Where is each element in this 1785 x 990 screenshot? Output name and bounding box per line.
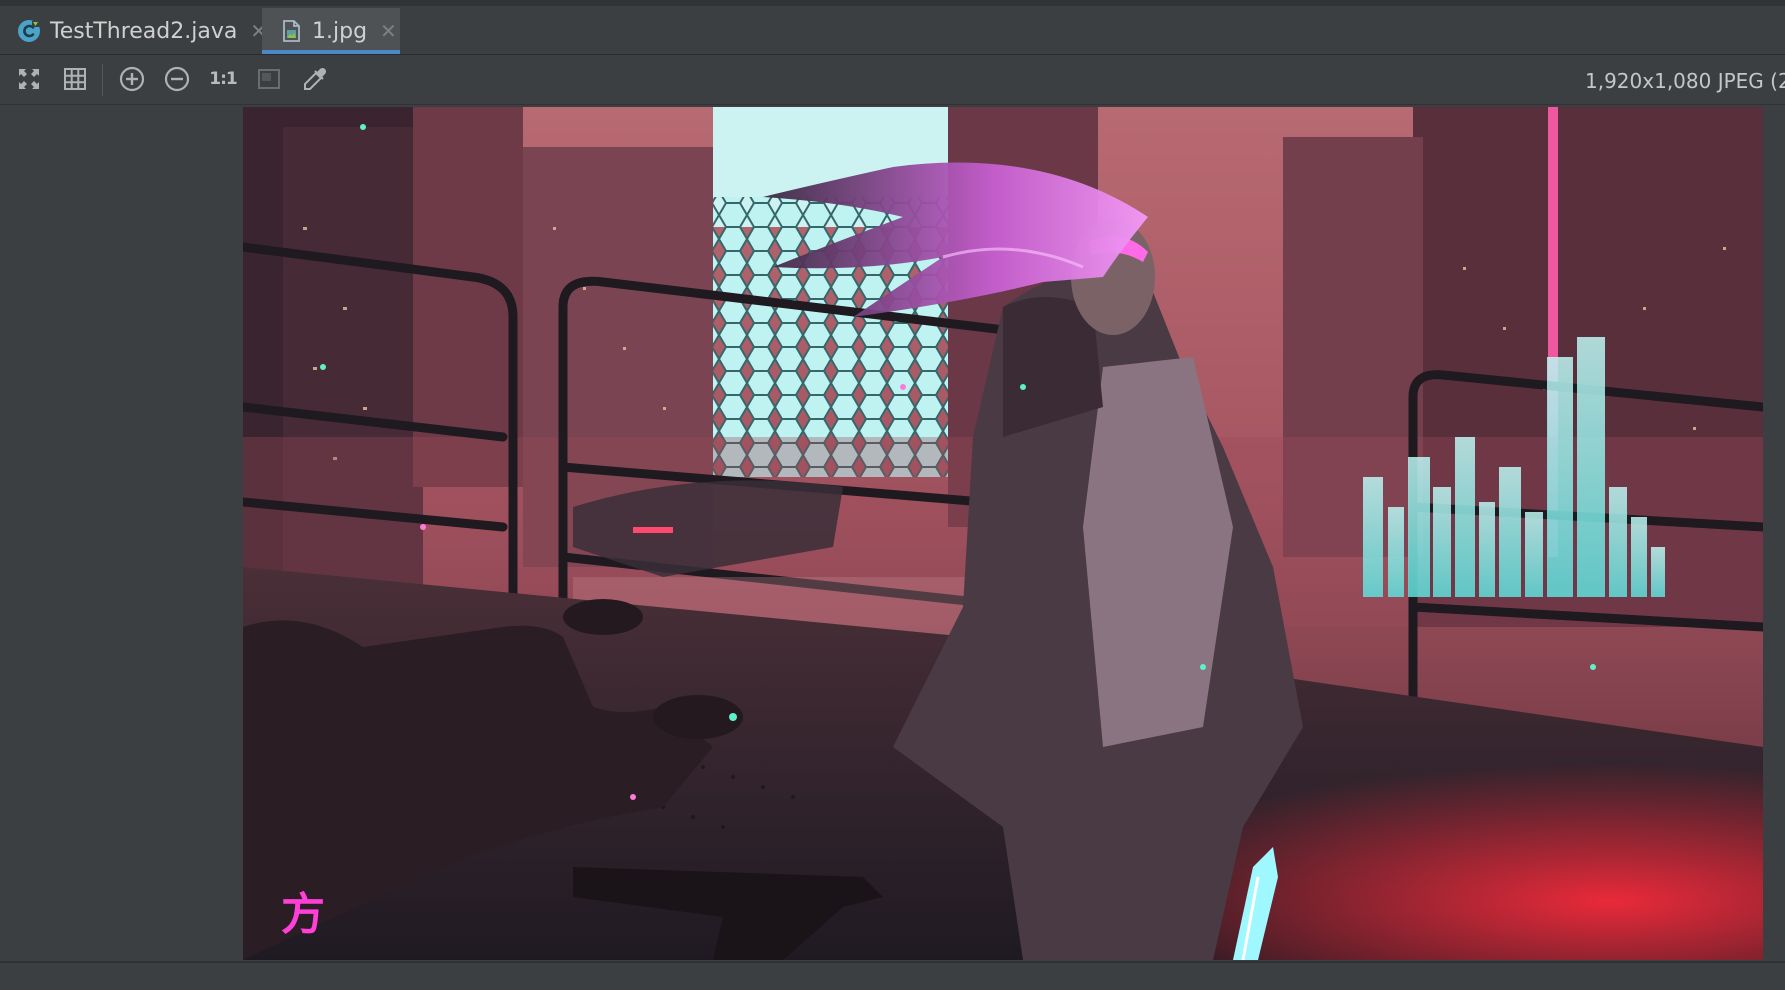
zoom-out-button[interactable] [162, 64, 192, 94]
image-info-label: 1,920x1,080 JPEG (2 [1585, 69, 1785, 93]
close-tab-icon[interactable]: ✕ [380, 21, 397, 41]
fit-to-window-icon [19, 69, 39, 89]
zoom-out-icon [164, 66, 190, 92]
tab-label: TestThread2.java [50, 18, 238, 44]
actual-size-button[interactable]: 1:1 [208, 64, 238, 94]
top-border [0, 0, 1785, 6]
tab-1-jpg[interactable]: 1.jpg ✕ [262, 8, 400, 54]
editor-bottom-bar [0, 961, 1785, 990]
actual-size-label: 1:1 [209, 69, 237, 89]
active-tab-indicator [262, 50, 400, 54]
grid-icon [64, 68, 86, 90]
image-preview: 方 [243, 107, 1763, 960]
background-icon [258, 69, 280, 89]
cyberpunk-artwork-image: 方 [243, 107, 1763, 960]
image-editor-window: TestThread2.java ✕ 1.jpg ✕ 1:1 1,920x1,0… [0, 0, 1785, 990]
image-toolbar: 1:1 1,920x1,080 JPEG (2 [0, 55, 1785, 105]
editor-tab-bar: TestThread2.java ✕ 1.jpg ✕ [0, 0, 1785, 55]
image-watermark: 方 [281, 889, 325, 940]
zoom-in-button[interactable] [117, 64, 147, 94]
background-button[interactable] [254, 64, 284, 94]
image-file-icon [283, 20, 300, 42]
color-picker-button[interactable] [300, 64, 330, 94]
tab-label: 1.jpg [312, 18, 368, 44]
toolbar-separator [102, 64, 103, 96]
java-class-icon [18, 20, 40, 42]
image-canvas[interactable]: 方 [0, 105, 1785, 961]
color-picker-icon [304, 67, 327, 90]
toggle-grid-button[interactable] [60, 64, 90, 94]
tab-testthread2-java[interactable]: TestThread2.java ✕ [17, 8, 267, 54]
zoom-in-icon [119, 66, 145, 92]
fit-to-window-button[interactable] [14, 64, 44, 94]
